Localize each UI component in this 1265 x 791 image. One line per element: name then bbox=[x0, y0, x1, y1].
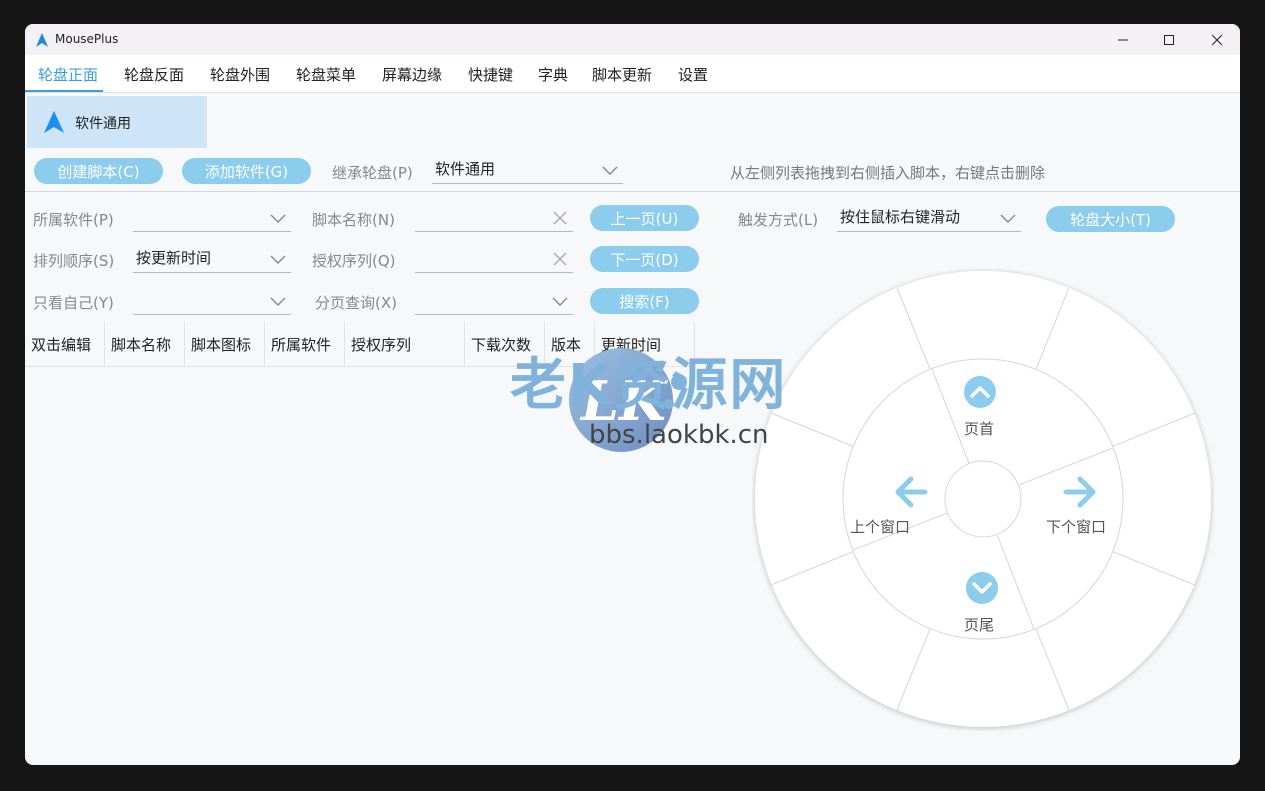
script-name-input[interactable] bbox=[415, 206, 573, 232]
wheel-label-top[interactable]: 页首 bbox=[964, 418, 994, 439]
search-button[interactable]: 搜索(F) bbox=[590, 288, 699, 314]
chevron-down-icon bbox=[270, 297, 286, 306]
maximize-icon bbox=[1164, 34, 1174, 45]
wheel-center[interactable] bbox=[944, 460, 1022, 538]
add-software-button[interactable]: 添加软件(G) bbox=[182, 158, 311, 184]
inherit-wheel-label: 继承轮盘(P) bbox=[332, 164, 413, 182]
tab-dictionary[interactable]: 字典 bbox=[538, 64, 568, 85]
minimize-button[interactable] bbox=[1100, 24, 1146, 55]
chevron-down-icon bbox=[552, 297, 568, 306]
close-button[interactable] bbox=[1194, 24, 1240, 55]
tab-script-update[interactable]: 脚本更新 bbox=[592, 64, 652, 85]
chevron-down-icon bbox=[602, 166, 618, 175]
inherit-wheel-select[interactable]: 软件通用 bbox=[432, 158, 623, 184]
only-mine-label: 只看自己(Y) bbox=[33, 294, 114, 312]
watermark-url: bbs.laokbk.cn bbox=[589, 420, 769, 450]
menu-bar: 轮盘正面 轮盘反面 轮盘外围 轮盘菜单 屏幕边缘 快捷键 字典 脚本更新 设置 bbox=[25, 55, 1240, 93]
tab-screen-edge[interactable]: 屏幕边缘 bbox=[382, 64, 442, 85]
trigger-mode-value: 按住鼠标右键滑动 bbox=[840, 208, 961, 226]
chevron-up-circle-icon bbox=[964, 376, 996, 408]
tab-wheel-front[interactable]: 轮盘正面 bbox=[38, 64, 98, 85]
active-tab-indicator bbox=[25, 90, 103, 92]
software-filter-select[interactable] bbox=[133, 206, 291, 232]
next-page-button[interactable]: 下一页(D) bbox=[590, 246, 699, 272]
license-serial-input[interactable] bbox=[415, 247, 573, 273]
clear-icon[interactable] bbox=[551, 250, 569, 268]
title-bar: MousePlus bbox=[25, 24, 1240, 55]
minimize-icon bbox=[1118, 39, 1128, 40]
software-list-item[interactable]: 软件通用 bbox=[27, 96, 207, 148]
close-icon bbox=[1211, 34, 1223, 45]
sort-order-value: 按更新时间 bbox=[136, 249, 212, 267]
wheel-label-right[interactable]: 下个窗口 bbox=[1046, 516, 1106, 537]
software-filter-label: 所属软件(P) bbox=[33, 211, 114, 229]
chevron-down-circle-icon bbox=[966, 572, 998, 604]
wheel-label-bottom[interactable]: 页尾 bbox=[964, 614, 994, 635]
clear-icon[interactable] bbox=[551, 209, 569, 227]
toolbar-divider bbox=[25, 191, 1240, 192]
create-script-button[interactable]: 创建脚本(C) bbox=[34, 158, 163, 184]
sort-order-label: 排列顺序(S) bbox=[33, 252, 115, 270]
column-double-click-edit[interactable]: 双击编辑 bbox=[25, 322, 105, 366]
wheel-label-left[interactable]: 上个窗口 bbox=[850, 516, 910, 537]
column-script-name[interactable]: 脚本名称 bbox=[105, 322, 185, 366]
tab-wheel-outer[interactable]: 轮盘外围 bbox=[210, 64, 270, 85]
maximize-button[interactable] bbox=[1146, 24, 1192, 55]
wheel-size-button[interactable]: 轮盘大小(T) bbox=[1046, 206, 1175, 232]
chevron-down-icon bbox=[270, 255, 286, 264]
tab-settings[interactable]: 设置 bbox=[678, 64, 708, 85]
tab-shortcuts[interactable]: 快捷键 bbox=[468, 64, 513, 85]
page-query-select[interactable] bbox=[415, 289, 573, 315]
license-serial-label: 授权序列(Q) bbox=[312, 252, 396, 270]
column-script-icon[interactable]: 脚本图标 bbox=[185, 322, 265, 366]
tab-wheel-back[interactable]: 轮盘反面 bbox=[124, 64, 184, 85]
sort-order-select[interactable]: 按更新时间 bbox=[133, 247, 291, 273]
drag-hint-text: 从左侧列表拖拽到右侧插入脚本，右键点击删除 bbox=[730, 164, 1046, 182]
prev-page-button[interactable]: 上一页(U) bbox=[590, 205, 699, 231]
app-logo-icon bbox=[36, 33, 48, 47]
tab-wheel-menu[interactable]: 轮盘菜单 bbox=[296, 64, 356, 85]
column-software[interactable]: 所属软件 bbox=[265, 322, 345, 366]
app-title: MousePlus bbox=[55, 32, 119, 46]
chevron-down-icon bbox=[270, 214, 286, 223]
watermark-text: 老K资源网 bbox=[510, 353, 788, 418]
page-query-label: 分页查询(X) bbox=[315, 294, 397, 312]
script-name-label: 脚本名称(N) bbox=[312, 211, 395, 229]
trigger-mode-label: 触发方式(L) bbox=[738, 211, 819, 229]
trigger-mode-select[interactable]: 按住鼠标右键滑动 bbox=[837, 206, 1021, 232]
chevron-down-icon bbox=[1000, 214, 1016, 223]
software-arrow-icon bbox=[44, 111, 64, 133]
inherit-wheel-value: 软件通用 bbox=[435, 160, 496, 178]
software-item-label: 软件通用 bbox=[75, 116, 131, 132]
only-mine-select[interactable] bbox=[133, 289, 291, 315]
